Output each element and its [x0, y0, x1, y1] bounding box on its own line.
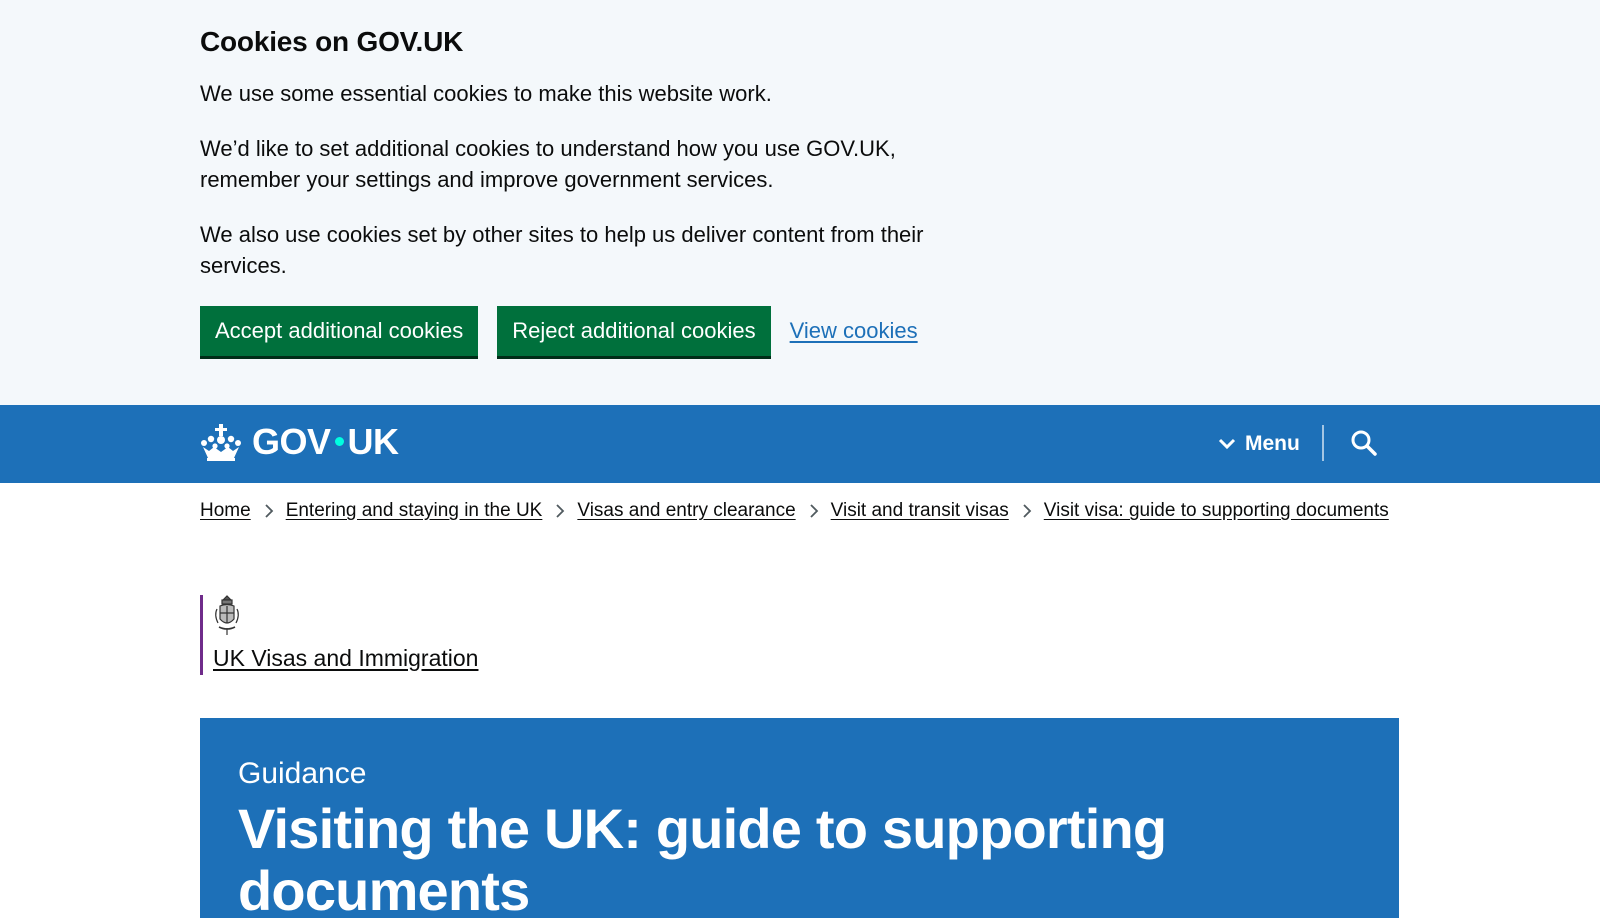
logo-text-uk: UK	[347, 421, 400, 462]
cookie-paragraph-third-party: We also use cookies set by other sites t…	[200, 219, 980, 281]
cookie-banner-title: Cookies on GOV.UK	[200, 26, 464, 57]
chevron-right-icon	[556, 504, 565, 518]
cookie-paragraph-additional-line-1: We’d like to set additional cookies to u…	[200, 136, 896, 161]
breadcrumb-home[interactable]: Home	[200, 500, 251, 522]
logo-dot	[334, 437, 344, 447]
royal-crest-icon	[215, 595, 239, 635]
cookie-actions: Accept additional cookies Reject additio…	[200, 306, 980, 356]
search-button[interactable]	[1350, 429, 1378, 457]
chevron-right-icon	[1023, 504, 1032, 518]
guidance-banner: Guidance Visiting the UK: guide to suppo…	[200, 718, 1399, 918]
chevron-right-icon	[810, 504, 818, 518]
breadcrumb-visit-visa-guide[interactable]: Visit visa: guide to supporting document…	[1044, 500, 1389, 522]
organisation-link[interactable]: UK Visas and Immigration	[213, 645, 478, 672]
document-type-label: Guidance	[238, 757, 367, 790]
search-icon	[1351, 430, 1377, 456]
govuk-wordmark: GOV UK	[252, 422, 399, 462]
reject-cookies-button[interactable]: Reject additional cookies	[497, 306, 771, 356]
menu-button-label: Menu	[1245, 432, 1300, 455]
breadcrumb: Home Entering and staying in the UK Visa…	[200, 500, 1389, 522]
govuk-logo-link[interactable]: GOV UK	[200, 422, 399, 462]
cookie-paragraph-third-party-line-2: services.	[200, 253, 287, 278]
accept-cookies-button[interactable]: Accept additional cookies	[200, 306, 479, 356]
site-header: GOV UK Menu	[0, 405, 1600, 483]
breadcrumb-visit-transit[interactable]: Visit and transit visas	[831, 500, 1009, 522]
header-divider	[1322, 425, 1324, 461]
cookie-paragraph-essential: We use some essential cookies to make th…	[200, 81, 772, 106]
organisation-logo: UK Visas and Immigration	[200, 595, 478, 675]
cookie-banner-content: Cookies on GOV.UK We use some essential …	[200, 24, 980, 356]
view-cookies-link[interactable]: View cookies	[790, 318, 918, 344]
cookie-paragraph-additional-line-2: remember your settings and improve gover…	[200, 167, 774, 192]
cookie-paragraph-additional: We’d like to set additional cookies to u…	[200, 133, 980, 195]
chevron-right-icon	[265, 504, 273, 518]
logo-text-gov: GOV	[252, 421, 331, 462]
menu-button[interactable]: Menu	[1218, 427, 1300, 461]
crown-icon	[201, 424, 241, 461]
page-title: Visiting the UK: guide to supporting doc…	[238, 797, 1167, 918]
chevron-down-icon	[1218, 438, 1236, 450]
cookie-banner: Cookies on GOV.UK We use some essential …	[0, 0, 1600, 405]
breadcrumb-entering-staying[interactable]: Entering and staying in the UK	[286, 500, 543, 522]
cookie-paragraph-third-party-line-1: We also use cookies set by other sites t…	[200, 222, 924, 247]
breadcrumb-visas-entry[interactable]: Visas and entry clearance	[577, 500, 795, 522]
